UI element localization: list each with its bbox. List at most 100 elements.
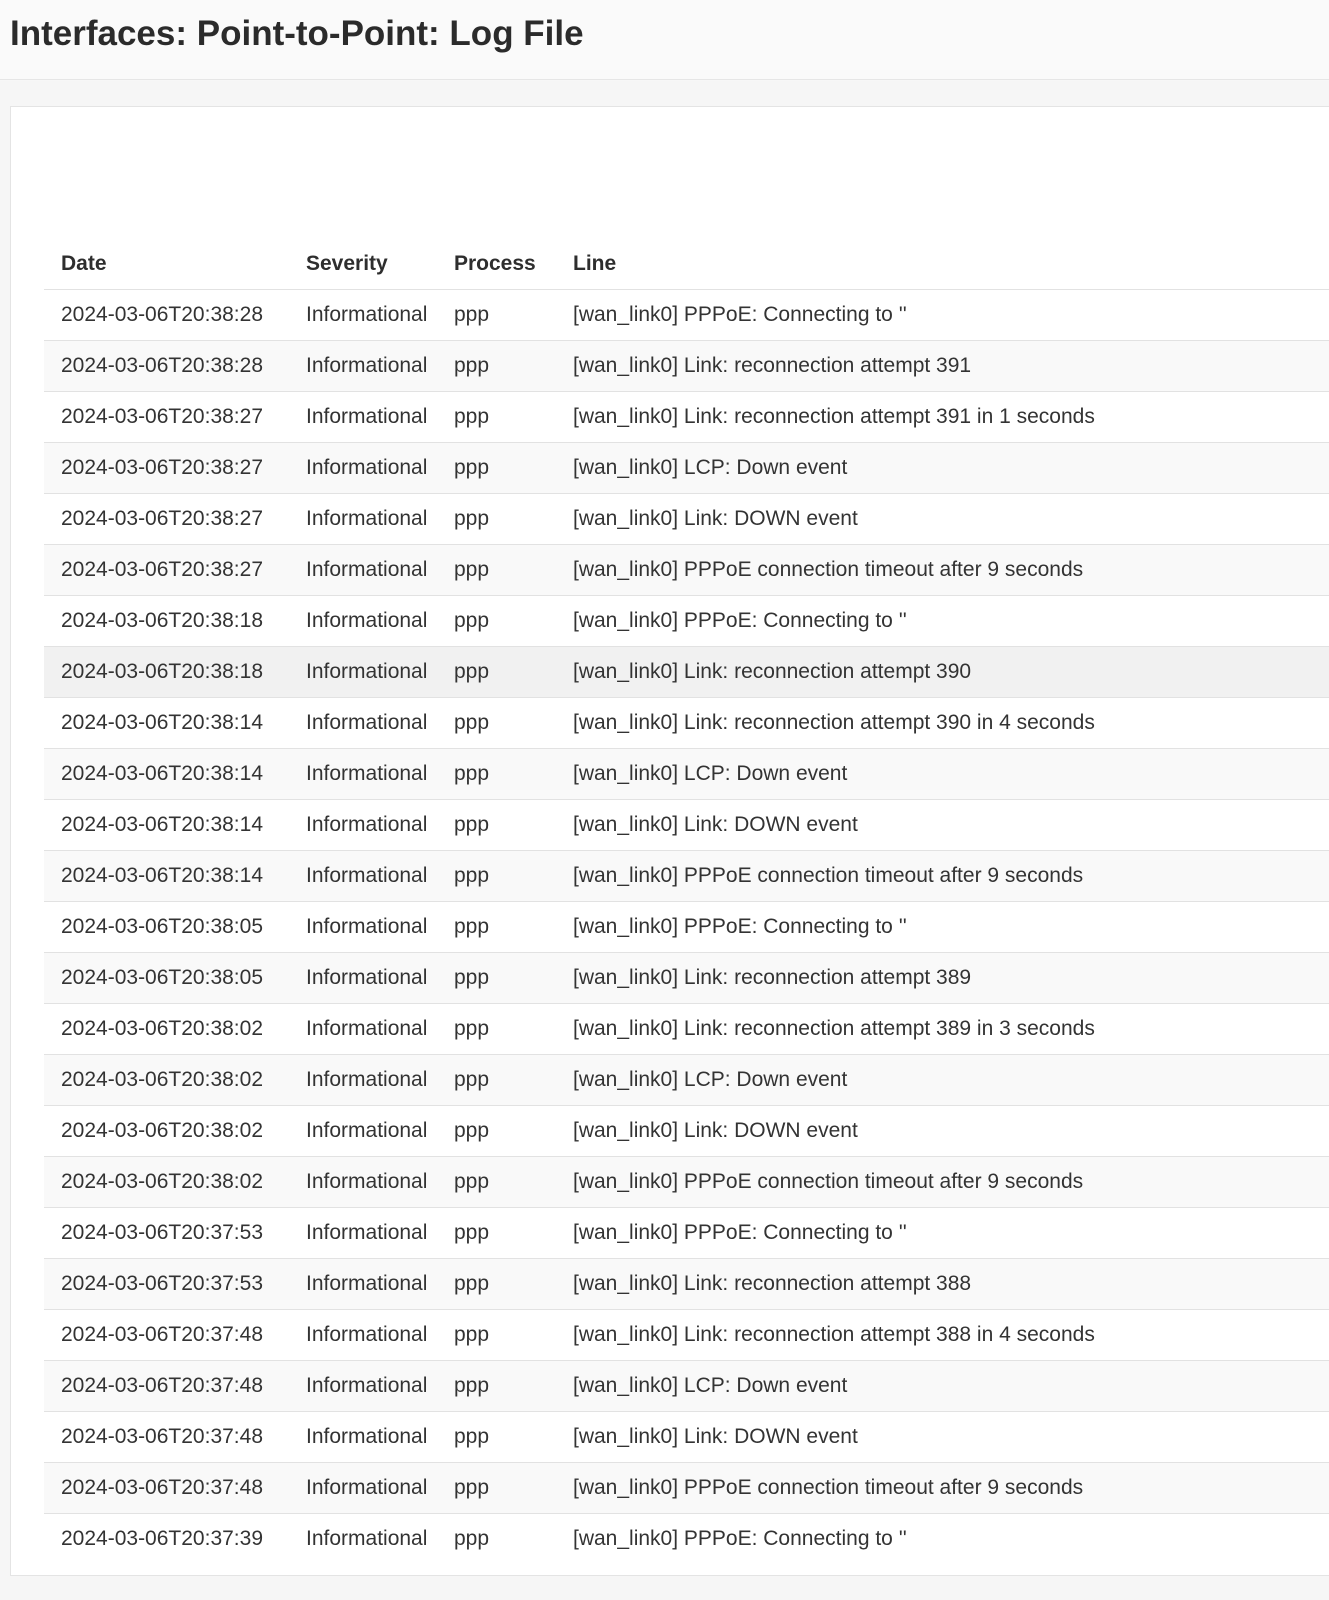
- cell-date: 2024-03-06T20:38:27: [44, 441, 289, 493]
- table-row[interactable]: 2024-03-06T20:37:53 Informational ppp [wan_…: [44, 1257, 1329, 1309]
- table-header-row: Date Severity Process Line: [44, 239, 1329, 289]
- cell-line: [wan_link0] Link: reconnection attempt 3…: [556, 951, 1329, 1003]
- cell-date: 2024-03-06T20:38:14: [44, 696, 289, 748]
- cell-line: [wan_link0] PPPoE: Connecting to '': [556, 1512, 1329, 1564]
- cell-severity: Informational: [289, 1206, 437, 1258]
- cell-date: 2024-03-06T20:37:53: [44, 1257, 289, 1309]
- log-table: Date Severity Process Line 2024-03-06T20…: [44, 239, 1329, 1564]
- cell-line: [wan_link0] Link: reconnection attempt 3…: [556, 696, 1329, 748]
- table-row[interactable]: 2024-03-06T20:37:48 Informational ppp [wan_…: [44, 1359, 1329, 1411]
- cell-severity: Informational: [289, 1512, 437, 1564]
- cell-severity: Informational: [289, 1308, 437, 1360]
- cell-process: ppp: [437, 1257, 556, 1309]
- cell-severity: Informational: [289, 441, 437, 493]
- cell-date: 2024-03-06T20:38:02: [44, 1053, 289, 1105]
- cell-line: [wan_link0] PPPoE connection timeout aft…: [556, 1461, 1329, 1513]
- table-row[interactable]: 2024-03-06T20:37:39 Informational ppp [wan_…: [44, 1512, 1329, 1564]
- table-row[interactable]: 2024-03-06T20:38:14 Informational ppp [wan_…: [44, 747, 1329, 799]
- cell-severity: Informational: [289, 1410, 437, 1462]
- cell-date: 2024-03-06T20:38:02: [44, 1002, 289, 1054]
- table-row[interactable]: 2024-03-06T20:38:28 Informational ppp [wan_…: [44, 288, 1329, 340]
- cell-line: [wan_link0] PPPoE: Connecting to '': [556, 1206, 1329, 1258]
- table-row[interactable]: 2024-03-06T20:38:27 Informational ppp [wan_…: [44, 441, 1329, 493]
- log-table-body: 2024-03-06T20:38:28 Informational ppp [wan_…: [44, 288, 1329, 1564]
- table-row[interactable]: 2024-03-06T20:38:14 Informational ppp [wan_…: [44, 849, 1329, 901]
- cell-date: 2024-03-06T20:37:53: [44, 1206, 289, 1258]
- table-row[interactable]: 2024-03-06T20:37:48 Informational ppp [wan_…: [44, 1461, 1329, 1513]
- cell-process: ppp: [437, 441, 556, 493]
- table-row[interactable]: 2024-03-06T20:38:18 Informational ppp [wan_…: [44, 645, 1329, 697]
- cell-date: 2024-03-06T20:38:05: [44, 900, 289, 952]
- column-header-line[interactable]: Line: [556, 239, 1329, 289]
- table-row[interactable]: 2024-03-06T20:38:02 Informational ppp [wan_…: [44, 1053, 1329, 1105]
- cell-severity: Informational: [289, 798, 437, 850]
- cell-date: 2024-03-06T20:37:39: [44, 1512, 289, 1564]
- cell-date: 2024-03-06T20:38:14: [44, 849, 289, 901]
- cell-process: ppp: [437, 594, 556, 646]
- cell-process: ppp: [437, 696, 556, 748]
- table-row[interactable]: 2024-03-06T20:38:05 Informational ppp [wan_…: [44, 900, 1329, 952]
- table-row[interactable]: 2024-03-06T20:38:14 Informational ppp [wan_…: [44, 798, 1329, 850]
- cell-severity: Informational: [289, 849, 437, 901]
- table-row[interactable]: 2024-03-06T20:38:02 Informational ppp [wan_…: [44, 1002, 1329, 1054]
- cell-date: 2024-03-06T20:38:27: [44, 543, 289, 595]
- cell-severity: Informational: [289, 645, 437, 697]
- cell-process: ppp: [437, 1410, 556, 1462]
- cell-process: ppp: [437, 1461, 556, 1513]
- cell-line: [wan_link0] Link: reconnection attempt 3…: [556, 390, 1329, 442]
- cell-process: ppp: [437, 288, 556, 340]
- column-header-date[interactable]: Date: [44, 239, 289, 289]
- column-header-process[interactable]: Process: [437, 239, 556, 289]
- cell-line: [wan_link0] PPPoE connection timeout aft…: [556, 543, 1329, 595]
- page-title: Interfaces: Point-to-Point: Log File: [10, 14, 584, 53]
- cell-severity: Informational: [289, 1104, 437, 1156]
- cell-process: ppp: [437, 492, 556, 544]
- cell-date: 2024-03-06T20:38:27: [44, 390, 289, 442]
- cell-severity: Informational: [289, 1461, 437, 1513]
- table-row[interactable]: 2024-03-06T20:38:18 Informational ppp [wan_…: [44, 594, 1329, 646]
- cell-line: [wan_link0] Link: reconnection attempt 3…: [556, 1257, 1329, 1309]
- table-row[interactable]: 2024-03-06T20:37:53 Informational ppp [wan_…: [44, 1206, 1329, 1258]
- cell-date: 2024-03-06T20:38:28: [44, 288, 289, 340]
- column-header-severity[interactable]: Severity: [289, 239, 437, 289]
- log-panel: Date Severity Process Line 2024-03-06T20…: [10, 106, 1329, 1576]
- cell-severity: Informational: [289, 543, 437, 595]
- table-row[interactable]: 2024-03-06T20:38:27 Informational ppp [wan_…: [44, 543, 1329, 595]
- table-row[interactable]: 2024-03-06T20:37:48 Informational ppp [wan_…: [44, 1410, 1329, 1462]
- cell-line: [wan_link0] LCP: Down event: [556, 1053, 1329, 1105]
- table-row[interactable]: 2024-03-06T20:38:27 Informational ppp [wan_…: [44, 492, 1329, 544]
- table-row[interactable]: 2024-03-06T20:38:14 Informational ppp [wan_…: [44, 696, 1329, 748]
- cell-date: 2024-03-06T20:38:14: [44, 747, 289, 799]
- cell-line: [wan_link0] PPPoE connection timeout aft…: [556, 849, 1329, 901]
- cell-severity: Informational: [289, 594, 437, 646]
- table-row[interactable]: 2024-03-06T20:38:28 Informational ppp [wan_…: [44, 339, 1329, 391]
- cell-process: ppp: [437, 1359, 556, 1411]
- cell-process: ppp: [437, 1053, 556, 1105]
- cell-date: 2024-03-06T20:37:48: [44, 1461, 289, 1513]
- cell-date: 2024-03-06T20:38:18: [44, 645, 289, 697]
- cell-severity: Informational: [289, 747, 437, 799]
- cell-date: 2024-03-06T20:38:18: [44, 594, 289, 646]
- cell-severity: Informational: [289, 1155, 437, 1207]
- cell-line: [wan_link0] LCP: Down event: [556, 747, 1329, 799]
- cell-line: [wan_link0] Link: DOWN event: [556, 1104, 1329, 1156]
- cell-process: ppp: [437, 1308, 556, 1360]
- table-row[interactable]: 2024-03-06T20:38:27 Informational ppp [wan_…: [44, 390, 1329, 442]
- table-row[interactable]: 2024-03-06T20:38:02 Informational ppp [wan_…: [44, 1155, 1329, 1207]
- cell-line: [wan_link0] PPPoE connection timeout aft…: [556, 1155, 1329, 1207]
- cell-line: [wan_link0] Link: reconnection attempt 3…: [556, 645, 1329, 697]
- table-row[interactable]: 2024-03-06T20:37:48 Informational ppp [wan_…: [44, 1308, 1329, 1360]
- cell-line: [wan_link0] Link: DOWN event: [556, 492, 1329, 544]
- cell-line: [wan_link0] Link: reconnection attempt 3…: [556, 339, 1329, 391]
- cell-severity: Informational: [289, 1002, 437, 1054]
- cell-line: [wan_link0] Link: DOWN event: [556, 798, 1329, 850]
- table-row[interactable]: 2024-03-06T20:38:05 Informational ppp [wan_…: [44, 951, 1329, 1003]
- cell-date: 2024-03-06T20:38:05: [44, 951, 289, 1003]
- cell-severity: Informational: [289, 390, 437, 442]
- cell-process: ppp: [437, 798, 556, 850]
- cell-process: ppp: [437, 1002, 556, 1054]
- cell-process: ppp: [437, 645, 556, 697]
- cell-process: ppp: [437, 900, 556, 952]
- table-row[interactable]: 2024-03-06T20:38:02 Informational ppp [wan_…: [44, 1104, 1329, 1156]
- cell-severity: Informational: [289, 900, 437, 952]
